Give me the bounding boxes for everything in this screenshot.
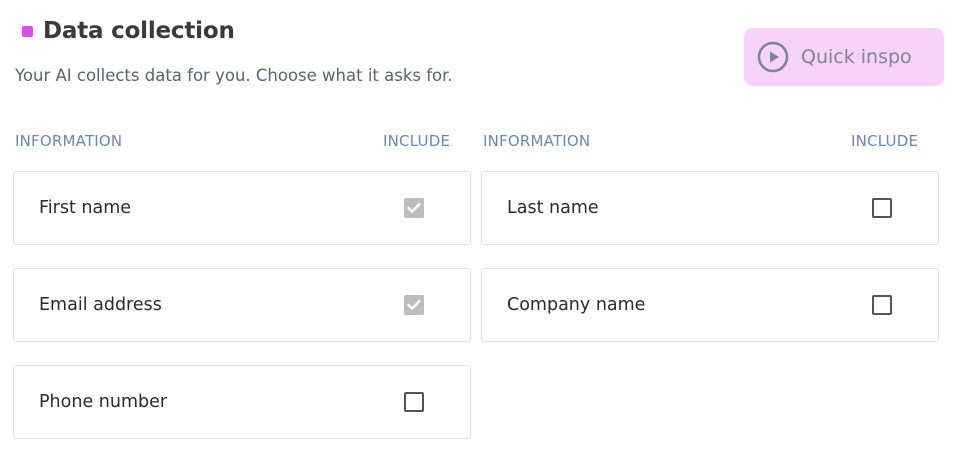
field-card-first-name: First name <box>13 171 471 245</box>
column-header-information: INFORMATION <box>15 132 123 150</box>
page-subtitle: Your AI collects data for you. Choose wh… <box>15 66 453 85</box>
field-label: First name <box>39 198 132 218</box>
play-circle-icon <box>757 41 789 73</box>
include-checkbox-email-address[interactable] <box>404 295 424 315</box>
field-label: Email address <box>39 295 162 315</box>
quick-inspo-button[interactable]: Quick inspo <box>744 28 944 86</box>
column-header-include: INCLUDE <box>383 132 451 150</box>
include-checkbox-first-name[interactable] <box>404 198 424 218</box>
field-card-last-name: Last name <box>481 171 939 245</box>
page-title: Data collection <box>43 18 235 44</box>
quick-inspo-label: Quick inspo <box>801 46 912 68</box>
section-header: Data collection <box>22 18 235 44</box>
checkmark-icon <box>407 202 421 213</box>
field-card-company-name: Company name <box>481 268 939 342</box>
include-checkbox-phone-number[interactable] <box>404 392 424 412</box>
title-accent-square <box>22 25 33 37</box>
column-header-information: INFORMATION <box>483 132 591 150</box>
checkmark-icon <box>407 299 421 310</box>
field-card-phone-number: Phone number <box>13 365 471 439</box>
include-checkbox-company-name[interactable] <box>872 295 892 315</box>
field-label: Last name <box>507 198 599 218</box>
field-card-email-address: Email address <box>13 268 471 342</box>
field-label: Company name <box>507 295 646 315</box>
field-label: Phone number <box>39 392 168 412</box>
column-header-include: INCLUDE <box>851 132 919 150</box>
include-checkbox-last-name[interactable] <box>872 198 892 218</box>
